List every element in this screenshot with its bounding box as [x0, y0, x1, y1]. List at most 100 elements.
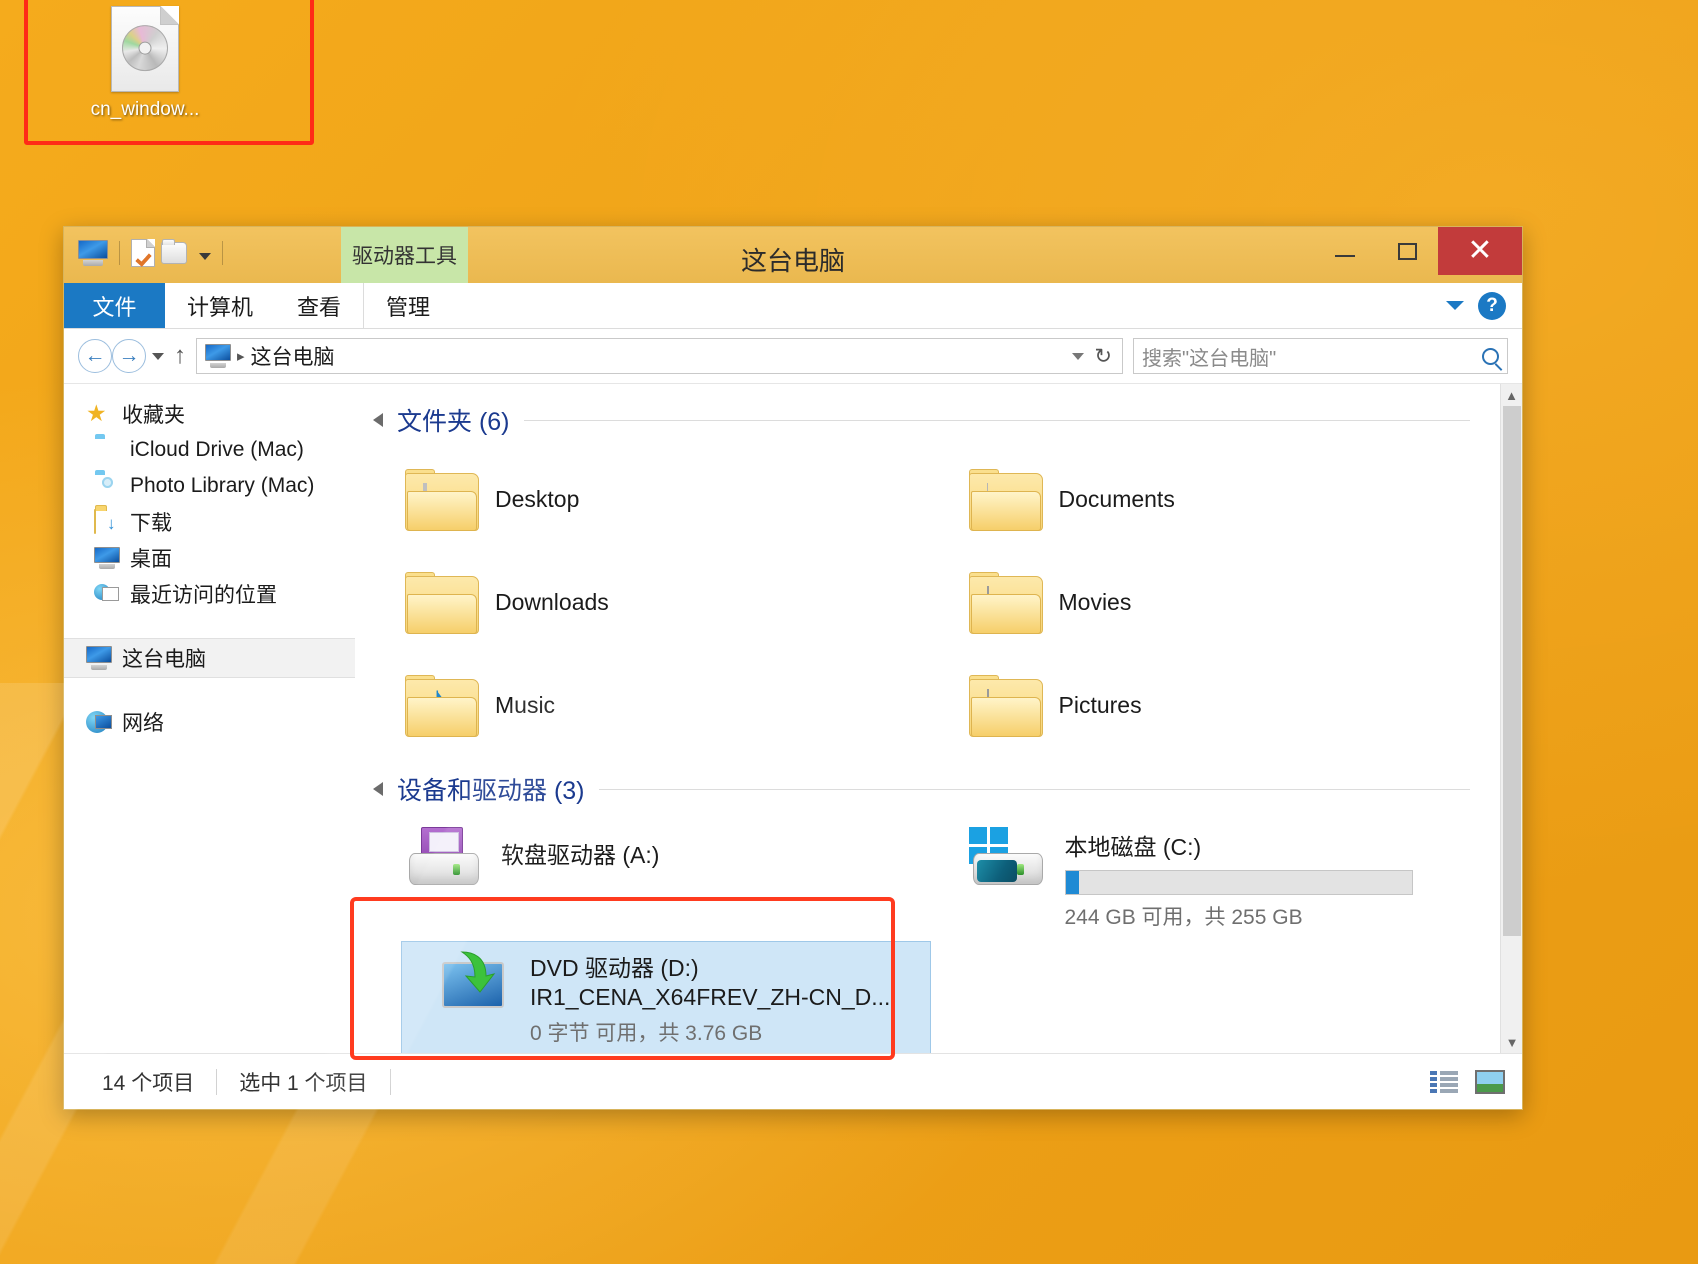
- drive-item-floppy[interactable]: 软盘驱动器 (A:): [373, 817, 937, 941]
- dvd-drive-icon: [434, 951, 512, 1014]
- new-folder-icon[interactable]: [161, 239, 187, 264]
- contextual-tab-drive-tools[interactable]: 驱动器工具: [341, 227, 468, 283]
- sidebar-item-icloud-drive[interactable]: iCloud Drive (Mac): [64, 432, 355, 468]
- forward-button[interactable]: →: [112, 339, 146, 373]
- collapse-triangle-icon[interactable]: [373, 413, 383, 427]
- sidebar-item-photo-library[interactable]: Photo Library (Mac): [64, 468, 355, 504]
- scroll-down-icon[interactable]: ▼: [1501, 1031, 1522, 1053]
- floppy-drive-icon: [405, 827, 483, 889]
- tab-computer-label: 计算机: [187, 294, 254, 320]
- ribbon-right-controls[interactable]: ?: [1446, 283, 1522, 328]
- search-placeholder: 搜索"这台电脑": [1142, 347, 1277, 370]
- list-item[interactable]: Documents: [937, 448, 1501, 551]
- tab-view[interactable]: 查看: [275, 283, 363, 328]
- search-input[interactable]: 搜索"这台电脑": [1133, 338, 1508, 374]
- group-header-rule: [523, 419, 1470, 421]
- folder-desktop-icon: [405, 468, 479, 531]
- this-pc-icon-breadcrumb: [205, 344, 231, 368]
- back-button[interactable]: ←: [78, 339, 112, 373]
- customize-qat-icon[interactable]: [199, 252, 211, 260]
- drive-item-dvd-d[interactable]: DVD 驱动器 (D:) IR1_CENA_X64FREV_ZH-CN_D...…: [401, 940, 931, 1053]
- sidebar-item-label: 最近访问的位置: [130, 584, 277, 607]
- quick-access-toolbar[interactable]: [64, 227, 228, 268]
- this-pc-icon[interactable]: [78, 240, 108, 266]
- item-label: Pictures: [1058, 692, 1142, 718]
- nav-gap-2: [64, 678, 355, 704]
- list-item[interactable]: Pictures: [937, 654, 1501, 757]
- tab-manage-label: 管理: [386, 294, 431, 320]
- collapse-triangle-icon[interactable]: [373, 782, 383, 796]
- properties-icon[interactable]: [131, 239, 155, 268]
- green-arrow-icon: [460, 951, 496, 993]
- toolbar-divider: [119, 241, 120, 265]
- sidebar-item-recent-places[interactable]: 最近访问的位置: [64, 576, 355, 612]
- desktop-icon: [94, 547, 120, 569]
- breadcrumb-this-pc[interactable]: 这台电脑: [251, 341, 335, 371]
- vertical-scrollbar[interactable]: ▲ ▼: [1500, 384, 1522, 1053]
- scrollbar-thumb[interactable]: [1503, 406, 1521, 936]
- tab-file[interactable]: 文件: [64, 283, 165, 328]
- network-icon: [86, 710, 112, 734]
- drive-item-local-disk-c[interactable]: 本地磁盘 (C:) 244 GB 可用，共 255 GB: [937, 817, 1501, 941]
- recent-locations-icon[interactable]: [152, 352, 164, 360]
- address-input[interactable]: ▸ 这台电脑 ↻: [196, 338, 1123, 374]
- capacity-bar: [1064, 869, 1413, 895]
- up-button[interactable]: ↑: [174, 342, 186, 370]
- help-icon[interactable]: ?: [1478, 291, 1506, 320]
- sidebar-item-label: 桌面: [130, 548, 172, 571]
- drive-title: 本地磁盘 (C:): [1064, 834, 1202, 860]
- minimize-button[interactable]: [1314, 227, 1376, 275]
- folder-grid[interactable]: Desktop Documents Downloads Movies Music…: [355, 448, 1500, 757]
- sidebar-item-this-pc[interactable]: 这台电脑: [64, 638, 355, 678]
- page-fold-icon: [160, 6, 179, 25]
- disc-image-file-icon: [111, 6, 179, 92]
- refresh-icon[interactable]: ↻: [1094, 344, 1112, 369]
- group-header-folders[interactable]: 文件夹 (6): [355, 402, 1500, 438]
- tab-computer[interactable]: 计算机: [165, 283, 275, 328]
- sidebar-item-downloads[interactable]: ↓ 下载: [64, 504, 355, 540]
- folder-music-icon: ♪: [405, 674, 479, 737]
- maximize-button[interactable]: [1376, 227, 1438, 275]
- content-pane[interactable]: 文件夹 (6) Desktop Documents Downloads Movi…: [355, 384, 1522, 1053]
- sidebar-item-network[interactable]: 网络: [64, 704, 355, 740]
- list-item[interactable]: Desktop: [373, 448, 937, 551]
- ribbon-tab-bar[interactable]: 文件 计算机 查看 管理 ?: [64, 283, 1522, 329]
- navigation-pane[interactable]: ★ 收藏夹 iCloud Drive (Mac) Photo Library (…: [64, 384, 355, 1053]
- selection-label: 选中 1 个项目: [239, 1071, 368, 1095]
- address-bar-row: ← → ↑ ▸ 这台电脑 ↻ 搜索"这台电脑": [64, 329, 1522, 383]
- item-label: Desktop: [495, 486, 580, 512]
- item-label: Movies: [1058, 589, 1132, 615]
- group-header-label: 文件夹 (6): [397, 408, 510, 436]
- file-explorer-window: 驱动器工具 这台电脑 ✕ 文件 计算机 查看 管理 ? ← → ↑ ▸ 这台电脑…: [63, 226, 1523, 1110]
- tab-manage[interactable]: 管理: [363, 283, 452, 328]
- folder-movies-icon: [968, 571, 1043, 634]
- window-controls[interactable]: ✕: [1314, 227, 1522, 275]
- chevron-down-icon[interactable]: [1446, 301, 1464, 310]
- close-button[interactable]: ✕: [1438, 227, 1522, 275]
- item-label: Downloads: [495, 589, 609, 615]
- scroll-up-icon[interactable]: ▲: [1501, 384, 1522, 406]
- desktop-file-icon[interactable]: cn_window...: [75, 6, 215, 121]
- view-toggle-group[interactable]: [1428, 1068, 1506, 1096]
- sidebar-item-label: Photo Library (Mac): [130, 474, 315, 497]
- chevron-down-icon-address[interactable]: [1072, 352, 1085, 360]
- drive-grid[interactable]: 软盘驱动器 (A:) 本地磁盘 (C:) 244 GB 可用，共 255 GB …: [355, 817, 1500, 1053]
- sidebar-item-label: 下载: [130, 512, 172, 535]
- thumbnail-view-icon[interactable]: [1474, 1068, 1506, 1096]
- items-scroll-area[interactable]: 文件夹 (6) Desktop Documents Downloads Movi…: [355, 384, 1500, 1053]
- group-header-devices[interactable]: 设备和驱动器 (3): [355, 771, 1500, 807]
- search-icon[interactable]: [1482, 347, 1499, 365]
- sidebar-item-label: iCloud Drive (Mac): [130, 438, 304, 461]
- details-view-icon[interactable]: [1428, 1068, 1460, 1096]
- address-tail-controls[interactable]: ↻: [1072, 344, 1116, 369]
- cd-disc-icon: [122, 25, 168, 72]
- sidebar-item-label: 这台电脑: [122, 648, 206, 671]
- list-item[interactable]: Movies: [937, 551, 1501, 654]
- folder-pictures-icon: [968, 674, 1043, 737]
- window-body: ★ 收藏夹 iCloud Drive (Mac) Photo Library (…: [64, 383, 1522, 1053]
- contextual-tab-label: 驱动器工具: [352, 245, 457, 268]
- sidebar-item-desktop[interactable]: 桌面: [64, 540, 355, 576]
- sidebar-item-favorites[interactable]: ★ 收藏夹: [64, 396, 355, 432]
- list-item[interactable]: ♪ Music: [373, 654, 937, 757]
- list-item[interactable]: Downloads: [373, 551, 937, 654]
